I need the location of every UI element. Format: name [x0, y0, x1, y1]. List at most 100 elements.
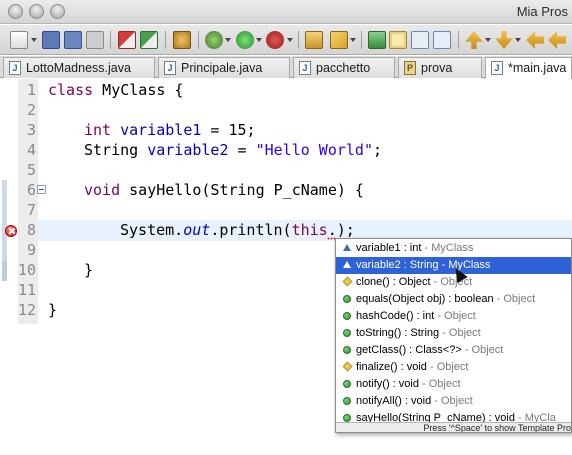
previous-edit-icon[interactable]: [495, 31, 513, 49]
toolbar-separator: [198, 31, 199, 49]
completion-name: equals(Object obj) : boolean: [356, 293, 494, 305]
completion-item[interactable]: hashCode() : int - Object: [336, 308, 571, 325]
protected-method-icon: [342, 361, 353, 372]
search-icon[interactable]: [330, 31, 348, 49]
search-dropdown-icon[interactable]: [350, 38, 356, 42]
completion-owner: - Object: [434, 310, 476, 322]
debug-dropdown-icon[interactable]: [225, 38, 231, 42]
toolbar-separator: [298, 31, 299, 49]
completion-name: clone() : Object: [356, 276, 431, 288]
completion-name: variable1 : int: [356, 242, 422, 254]
run-dropdown-icon[interactable]: [256, 38, 262, 42]
completion-item[interactable]: notifyAll() : void - Object: [336, 393, 571, 410]
completion-name: toString() : String: [356, 327, 440, 339]
window-title: Mia Pros: [516, 4, 568, 19]
code-text: MyClass {: [93, 81, 184, 99]
completion-name: getClass() : Class<?>: [356, 344, 462, 356]
java-file-icon: J: [299, 61, 311, 75]
static-field: out: [183, 221, 211, 239]
new-dropdown-icon[interactable]: [31, 38, 37, 42]
keyword: void: [84, 181, 121, 199]
completion-name: notifyAll() : void: [356, 395, 432, 407]
code-text: = 15;: [201, 121, 256, 139]
tab-lottomadness[interactable]: J LottoMadness.java: [3, 57, 155, 78]
new-icon[interactable]: [10, 31, 28, 49]
public-method-icon: [343, 380, 351, 388]
code-text: ;: [373, 141, 383, 159]
line-number: 6: [26, 181, 36, 199]
run-icon[interactable]: [236, 31, 254, 49]
code-text: sayHello(String P_cName) {: [120, 181, 364, 199]
next-edit-icon[interactable]: [465, 31, 483, 49]
completion-item[interactable]: toString() : String - Object: [336, 325, 571, 342]
toolbar-separator: [110, 31, 111, 49]
java-file-icon: J: [164, 61, 176, 75]
code-text: String: [84, 141, 148, 159]
debug-icon[interactable]: [205, 31, 223, 49]
field-icon: [343, 244, 351, 251]
content-assist-popup[interactable]: variable1 : int - MyClass variable2 : St…: [335, 238, 572, 433]
completion-owner: - Object: [418, 378, 461, 390]
mark-occurrences-icon[interactable]: [389, 31, 407, 49]
line-number: 1: [26, 81, 36, 99]
code-line: int variable1 = 15;: [84, 120, 256, 140]
tab-label: prova: [421, 61, 453, 75]
toolbar-separator: [458, 31, 459, 49]
back-icon[interactable]: [526, 31, 544, 49]
print-icon[interactable]: [86, 31, 104, 49]
completion-item[interactable]: variable1 : int - MyClass: [336, 240, 571, 257]
fold-collapse-icon[interactable]: [37, 185, 46, 194]
completion-item[interactable]: equals(Object obj) : boolean - Object: [336, 291, 571, 308]
show-whitespace-icon[interactable]: [433, 31, 451, 49]
scope-indicator: [2, 261, 7, 281]
completion-owner: - Object: [461, 344, 504, 356]
completion-name: notify() : void: [356, 378, 419, 390]
completion-item[interactable]: getClass() : Class<?> - Object: [336, 342, 571, 359]
line-number: 3: [26, 121, 36, 139]
tab-label: LottoMadness.java: [26, 61, 131, 75]
code-line: String variable2 = "Hello World";: [84, 140, 382, 160]
scope-indicator: [2, 180, 7, 261]
code-text: =: [228, 141, 256, 159]
close-window-button[interactable]: [8, 4, 23, 19]
back-history-icon[interactable]: [548, 31, 566, 49]
field-name: variable2: [147, 141, 229, 159]
step-icon[interactable]: [140, 31, 158, 49]
save-icon[interactable]: [42, 31, 60, 49]
editor-tab-bar: J LottoMadness.java J Principale.java J …: [0, 56, 572, 79]
code-text: .println(: [210, 221, 292, 239]
keyword: this: [291, 221, 328, 239]
code-line: }: [48, 301, 58, 319]
toggle-breakpoint-icon[interactable]: [118, 31, 136, 49]
external-tools-dropdown-icon[interactable]: [287, 38, 293, 42]
tab-main-java[interactable]: J *main.java: [485, 57, 572, 79]
save-all-icon[interactable]: [64, 31, 82, 49]
public-method-icon: [343, 312, 351, 320]
next-edit-dropdown-icon[interactable]: [485, 38, 491, 42]
toolbar-separator: [361, 31, 362, 49]
tab-prova[interactable]: P prova: [398, 57, 482, 78]
minimize-window-button[interactable]: [29, 4, 44, 19]
error-icon[interactable]: [5, 225, 17, 237]
completion-item[interactable]: finalize() : void - Object: [336, 359, 571, 376]
code-line: void sayHello(String P_cName) {: [84, 180, 364, 200]
package-icon: P: [404, 61, 416, 75]
open-perspective-icon[interactable]: [173, 31, 191, 49]
open-type-icon[interactable]: [305, 31, 323, 49]
content-assist-footer: Press '^Space' to show Template Pro: [336, 422, 571, 432]
tab-principale[interactable]: J Principale.java: [158, 57, 290, 78]
completion-item[interactable]: notify() : void - Object: [336, 376, 571, 393]
line-number: 10: [18, 261, 37, 279]
previous-edit-dropdown-icon[interactable]: [515, 38, 521, 42]
completion-owner: - Object: [493, 293, 536, 305]
show-source-icon[interactable]: [411, 31, 429, 49]
line-number: 9: [26, 241, 36, 259]
tab-pacchetto[interactable]: J pacchetto: [293, 57, 395, 78]
next-annotation-icon[interactable]: [368, 31, 386, 49]
completion-owner: - MyClass: [421, 242, 474, 254]
tab-label: *main.java: [508, 61, 567, 75]
zoom-window-button[interactable]: [50, 4, 65, 19]
line-number: 11: [18, 281, 37, 299]
external-tools-icon[interactable]: [266, 31, 284, 49]
completion-owner: - MyClass: [438, 259, 491, 271]
